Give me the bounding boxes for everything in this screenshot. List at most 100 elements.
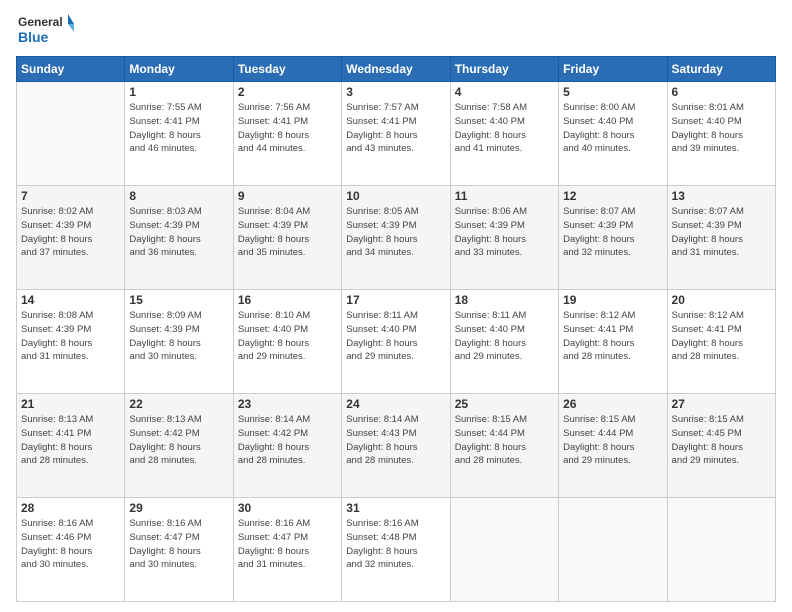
header-sunday: Sunday <box>17 57 125 82</box>
table-cell: 4 Sunrise: 7:58 AMSunset: 4:40 PMDaylight… <box>450 82 558 186</box>
day-info: Sunrise: 7:56 AMSunset: 4:41 PMDaylight:… <box>238 101 337 156</box>
logo: General Blue <box>16 10 74 50</box>
day-number: 9 <box>238 189 337 203</box>
day-info: Sunrise: 8:07 AMSunset: 4:39 PMDaylight:… <box>672 205 771 260</box>
calendar-header-row: SundayMondayTuesdayWednesdayThursdayFrid… <box>17 57 776 82</box>
table-cell: 17 Sunrise: 8:11 AMSunset: 4:40 PMDayligh… <box>342 290 450 394</box>
day-number: 19 <box>563 293 662 307</box>
table-cell <box>667 498 775 602</box>
day-number: 7 <box>21 189 120 203</box>
day-info: Sunrise: 8:14 AMSunset: 4:42 PMDaylight:… <box>238 413 337 468</box>
day-number: 2 <box>238 85 337 99</box>
table-cell: 9 Sunrise: 8:04 AMSunset: 4:39 PMDaylight… <box>233 186 341 290</box>
day-number: 14 <box>21 293 120 307</box>
header-friday: Friday <box>559 57 667 82</box>
table-cell: 8Sunrise: 8:03 AMSunset: 4:39 PMDaylight… <box>125 186 233 290</box>
day-number: 15 <box>129 293 228 307</box>
week-row-1: 1 Sunrise: 7:55 AMSunset: 4:41 PMDaylight… <box>17 82 776 186</box>
day-number: 1 <box>129 85 228 99</box>
day-info: Sunrise: 8:13 AMSunset: 4:41 PMDaylight:… <box>21 413 120 468</box>
day-info: Sunrise: 8:10 AMSunset: 4:40 PMDaylight:… <box>238 309 337 364</box>
day-info: Sunrise: 7:57 AMSunset: 4:41 PMDaylight:… <box>346 101 445 156</box>
header-thursday: Thursday <box>450 57 558 82</box>
table-cell: 15 Sunrise: 8:09 AMSunset: 4:39 PMDayligh… <box>125 290 233 394</box>
day-number: 22 <box>129 397 228 411</box>
table-cell: 25 Sunrise: 8:15 AMSunset: 4:44 PMDayligh… <box>450 394 558 498</box>
svg-text:General: General <box>18 15 63 29</box>
table-cell: 23 Sunrise: 8:14 AMSunset: 4:42 PMDayligh… <box>233 394 341 498</box>
day-number: 23 <box>238 397 337 411</box>
table-cell: 1 Sunrise: 7:55 AMSunset: 4:41 PMDaylight… <box>125 82 233 186</box>
day-info: Sunrise: 8:15 AMSunset: 4:44 PMDaylight:… <box>455 413 554 468</box>
day-info: Sunrise: 8:04 AMSunset: 4:39 PMDaylight:… <box>238 205 337 260</box>
day-number: 5 <box>563 85 662 99</box>
day-info: Sunrise: 8:07 AMSunset: 4:39 PMDaylight:… <box>563 205 662 260</box>
table-cell: 11 Sunrise: 8:06 AMSunset: 4:39 PMDayligh… <box>450 186 558 290</box>
day-info: Sunrise: 8:11 AMSunset: 4:40 PMDaylight:… <box>346 309 445 364</box>
day-number: 17 <box>346 293 445 307</box>
day-number: 18 <box>455 293 554 307</box>
day-info: Sunrise: 7:58 AMSunset: 4:40 PMDaylight:… <box>455 101 554 156</box>
day-number: 11 <box>455 189 554 203</box>
day-info: Sunrise: 8:15 AMSunset: 4:45 PMDaylight:… <box>672 413 771 468</box>
day-info: Sunrise: 8:12 AMSunset: 4:41 PMDaylight:… <box>563 309 662 364</box>
table-cell: 6 Sunrise: 8:01 AMSunset: 4:40 PMDaylight… <box>667 82 775 186</box>
week-row-4: 21 Sunrise: 8:13 AMSunset: 4:41 PMDayligh… <box>17 394 776 498</box>
day-info: Sunrise: 8:15 AMSunset: 4:44 PMDaylight:… <box>563 413 662 468</box>
day-number: 4 <box>455 85 554 99</box>
week-row-2: 7Sunrise: 8:02 AMSunset: 4:39 PMDaylight… <box>17 186 776 290</box>
day-number: 16 <box>238 293 337 307</box>
calendar-table: SundayMondayTuesdayWednesdayThursdayFrid… <box>16 56 776 602</box>
day-number: 27 <box>672 397 771 411</box>
table-cell: 31 Sunrise: 8:16 AMSunset: 4:48 PMDayligh… <box>342 498 450 602</box>
day-info: Sunrise: 8:16 AMSunset: 4:47 PMDaylight:… <box>129 517 228 572</box>
day-number: 28 <box>21 501 120 515</box>
table-cell <box>450 498 558 602</box>
table-cell: 27 Sunrise: 8:15 AMSunset: 4:45 PMDayligh… <box>667 394 775 498</box>
day-info: Sunrise: 8:16 AMSunset: 4:47 PMDaylight:… <box>238 517 337 572</box>
day-number: 12 <box>563 189 662 203</box>
table-cell: 13Sunrise: 8:07 AMSunset: 4:39 PMDayligh… <box>667 186 775 290</box>
day-info: Sunrise: 7:55 AMSunset: 4:41 PMDaylight:… <box>129 101 228 156</box>
day-number: 20 <box>672 293 771 307</box>
day-number: 21 <box>21 397 120 411</box>
page: General Blue SundayMondayTuesdayWednesda… <box>0 0 792 612</box>
table-cell <box>17 82 125 186</box>
day-number: 3 <box>346 85 445 99</box>
table-cell: 14 Sunrise: 8:08 AMSunset: 4:39 PMDayligh… <box>17 290 125 394</box>
table-cell: 20Sunrise: 8:12 AMSunset: 4:41 PMDayligh… <box>667 290 775 394</box>
week-row-3: 14 Sunrise: 8:08 AMSunset: 4:39 PMDayligh… <box>17 290 776 394</box>
day-info: Sunrise: 8:08 AMSunset: 4:39 PMDaylight:… <box>21 309 120 364</box>
logo-svg: General Blue <box>16 10 74 50</box>
header-tuesday: Tuesday <box>233 57 341 82</box>
table-cell: 5 Sunrise: 8:00 AMSunset: 4:40 PMDaylight… <box>559 82 667 186</box>
table-cell: 18Sunrise: 8:11 AMSunset: 4:40 PMDayligh… <box>450 290 558 394</box>
table-cell: 3 Sunrise: 7:57 AMSunset: 4:41 PMDaylight… <box>342 82 450 186</box>
svg-text:Blue: Blue <box>18 29 49 45</box>
table-cell: 2 Sunrise: 7:56 AMSunset: 4:41 PMDaylight… <box>233 82 341 186</box>
day-number: 10 <box>346 189 445 203</box>
day-info: Sunrise: 8:09 AMSunset: 4:39 PMDaylight:… <box>129 309 228 364</box>
day-info: Sunrise: 8:14 AMSunset: 4:43 PMDaylight:… <box>346 413 445 468</box>
table-cell: 30Sunrise: 8:16 AMSunset: 4:47 PMDayligh… <box>233 498 341 602</box>
table-cell: 7Sunrise: 8:02 AMSunset: 4:39 PMDaylight… <box>17 186 125 290</box>
header-wednesday: Wednesday <box>342 57 450 82</box>
day-number: 6 <box>672 85 771 99</box>
day-number: 31 <box>346 501 445 515</box>
table-cell: 26 Sunrise: 8:15 AMSunset: 4:44 PMDayligh… <box>559 394 667 498</box>
day-info: Sunrise: 8:16 AMSunset: 4:46 PMDaylight:… <box>21 517 120 572</box>
day-number: 26 <box>563 397 662 411</box>
day-info: Sunrise: 8:01 AMSunset: 4:40 PMDaylight:… <box>672 101 771 156</box>
day-number: 25 <box>455 397 554 411</box>
header-saturday: Saturday <box>667 57 775 82</box>
day-info: Sunrise: 8:00 AMSunset: 4:40 PMDaylight:… <box>563 101 662 156</box>
table-cell: 24Sunrise: 8:14 AMSunset: 4:43 PMDayligh… <box>342 394 450 498</box>
table-cell <box>559 498 667 602</box>
day-info: Sunrise: 8:06 AMSunset: 4:39 PMDaylight:… <box>455 205 554 260</box>
table-cell: 28 Sunrise: 8:16 AMSunset: 4:46 PMDayligh… <box>17 498 125 602</box>
table-cell: 19 Sunrise: 8:12 AMSunset: 4:41 PMDayligh… <box>559 290 667 394</box>
day-info: Sunrise: 8:13 AMSunset: 4:42 PMDaylight:… <box>129 413 228 468</box>
day-info: Sunrise: 8:05 AMSunset: 4:39 PMDaylight:… <box>346 205 445 260</box>
table-cell: 12 Sunrise: 8:07 AMSunset: 4:39 PMDayligh… <box>559 186 667 290</box>
day-info: Sunrise: 8:16 AMSunset: 4:48 PMDaylight:… <box>346 517 445 572</box>
